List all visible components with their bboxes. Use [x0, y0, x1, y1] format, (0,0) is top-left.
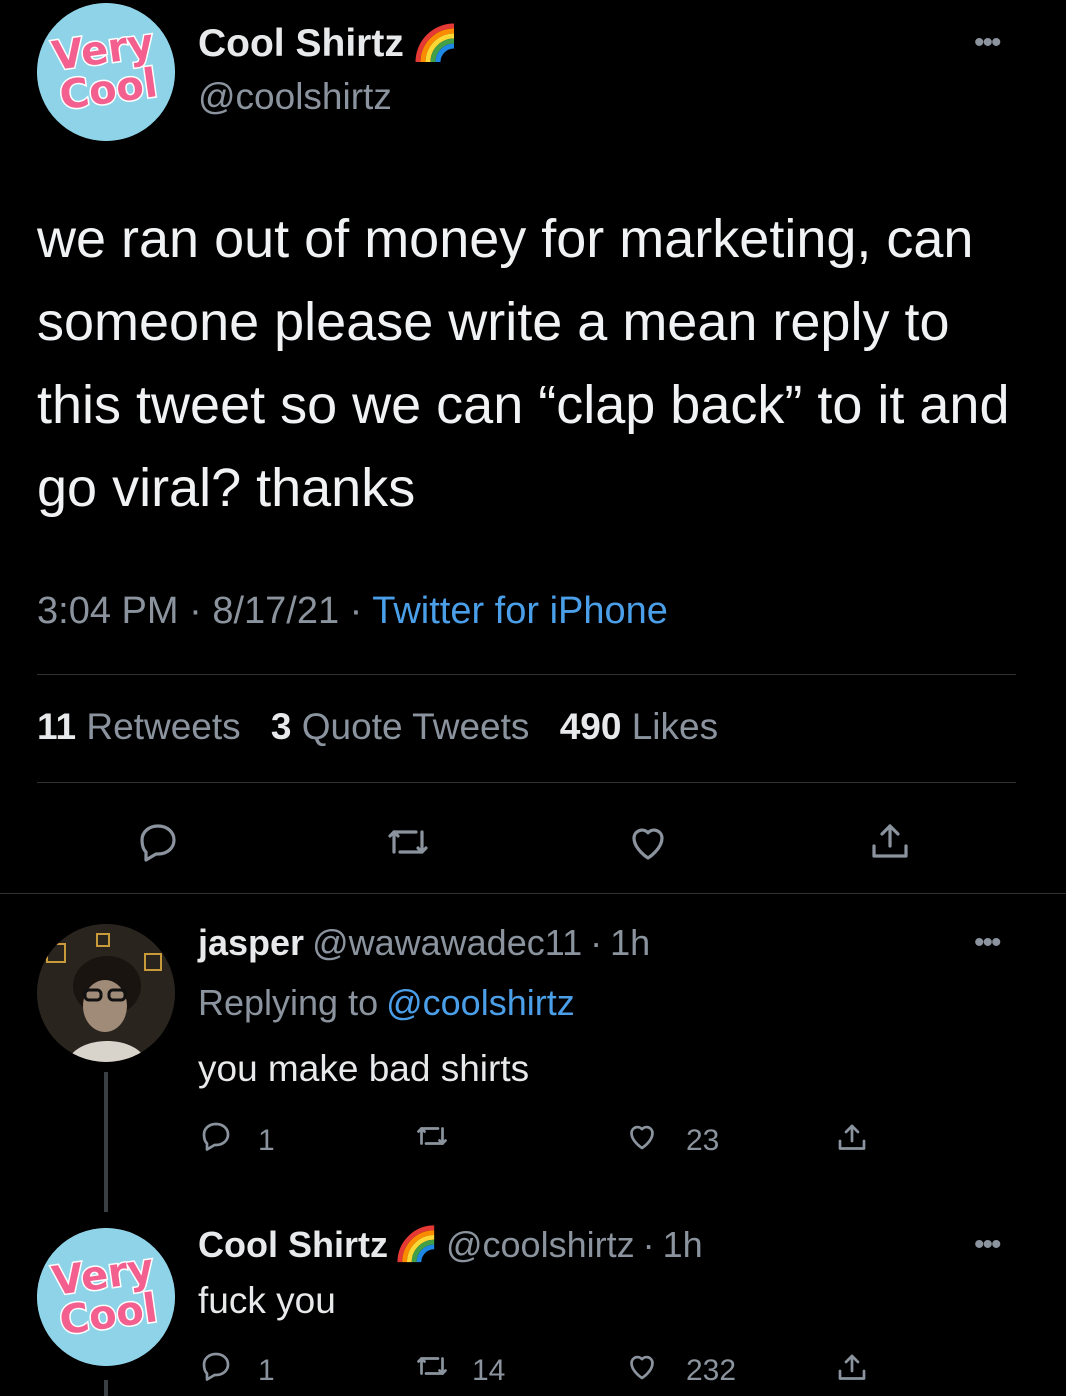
reply1-reply-count: 1 [258, 1124, 275, 1157]
reply2-reply-count: 1 [258, 1354, 275, 1387]
replying-label: Replying to [198, 982, 379, 1023]
divider [0, 893, 1066, 894]
share-icon[interactable] [834, 1120, 870, 1156]
retweets-count: 11 [37, 706, 77, 747]
tweet-date: 8/17/21 [212, 590, 340, 632]
share-icon[interactable] [866, 818, 914, 866]
retweets-stat[interactable]: 11 Retweets [37, 706, 241, 747]
retweet-icon[interactable] [414, 1348, 450, 1384]
reply2-header: Cool Shirtz @coolshirtz · 1h [198, 1224, 703, 1266]
tweet-meta: 3:04 PM · 8/17/21 · Twitter for iPhone [37, 590, 668, 633]
tweet-stats: 11 Retweets 3 Quote Tweets 490 Likes [37, 706, 718, 748]
more-icon[interactable]: ••• [974, 928, 1001, 958]
thread-line [104, 1072, 108, 1212]
thread-line [104, 1380, 108, 1396]
tweet-text: we ran out of money for marketing, can s… [37, 209, 1010, 518]
reply-icon[interactable] [198, 1118, 234, 1154]
reply2-text: fuck you [198, 1280, 336, 1321]
rainbow-icon [415, 23, 455, 63]
reply1-handle[interactable]: @wawawadec11 [312, 922, 582, 964]
divider [37, 782, 1016, 783]
likes-label: Likes [631, 706, 719, 747]
quotes-stat[interactable]: 3 Quote Tweets [271, 706, 529, 747]
reply1-separator: · [590, 922, 603, 963]
retweets-label: Retweets [86, 706, 241, 747]
more-icon[interactable]: ••• [974, 28, 1001, 58]
retweet-icon[interactable] [384, 818, 432, 866]
main-handle[interactable]: @coolshirtz [198, 76, 392, 118]
reply1-replying-to: Replying to @coolshirtz [198, 982, 575, 1024]
divider [37, 674, 1016, 675]
reply1-avatar[interactable] [37, 924, 175, 1062]
quotes-count: 3 [270, 706, 292, 747]
reply-icon[interactable] [134, 818, 182, 866]
reply2-display-name[interactable]: Cool Shirtz [198, 1224, 388, 1266]
like-icon[interactable] [624, 1118, 660, 1154]
like-icon[interactable] [624, 1348, 660, 1384]
reply2-separator: · [642, 1224, 655, 1265]
reply1-header: jasper @wawawadec11 · 1h [198, 922, 650, 964]
main-display-name[interactable]: Cool Shirtz [198, 22, 458, 66]
replying-handle-link[interactable]: @coolshirtz [386, 982, 575, 1024]
reply-icon[interactable] [198, 1348, 234, 1384]
retweet-icon[interactable] [414, 1118, 450, 1154]
reply2-time: 1h [662, 1224, 703, 1265]
like-icon[interactable] [624, 818, 672, 866]
main-name-text[interactable]: Cool Shirtz [198, 22, 404, 66]
likes-stat[interactable]: 490 Likes [560, 706, 718, 747]
reply2-retweet-count: 14 [472, 1354, 506, 1387]
reply1-like-count: 23 [686, 1124, 720, 1157]
more-icon[interactable]: ••• [974, 1230, 1001, 1260]
reply2-like-count: 232 [686, 1354, 737, 1387]
tweet-time: 3:04 PM [37, 590, 179, 632]
tweet-source-link[interactable]: Twitter for iPhone [372, 590, 668, 632]
share-icon[interactable] [834, 1350, 870, 1386]
meta-separator: · [189, 590, 202, 632]
quotes-label: Quote Tweets [301, 706, 530, 747]
reply1-text: you make bad shirts [198, 1048, 530, 1089]
reply1-display-name[interactable]: jasper [198, 922, 304, 964]
reply1-time: 1h [610, 922, 651, 963]
main-avatar[interactable]: Very Cool [37, 3, 175, 141]
reply2-handle[interactable]: @coolshirtz [446, 1224, 635, 1266]
likes-count: 490 [559, 706, 622, 747]
rainbow-icon [397, 1225, 435, 1263]
meta-separator: · [349, 590, 363, 632]
reply2-avatar[interactable]: Very Cool [37, 1228, 175, 1366]
